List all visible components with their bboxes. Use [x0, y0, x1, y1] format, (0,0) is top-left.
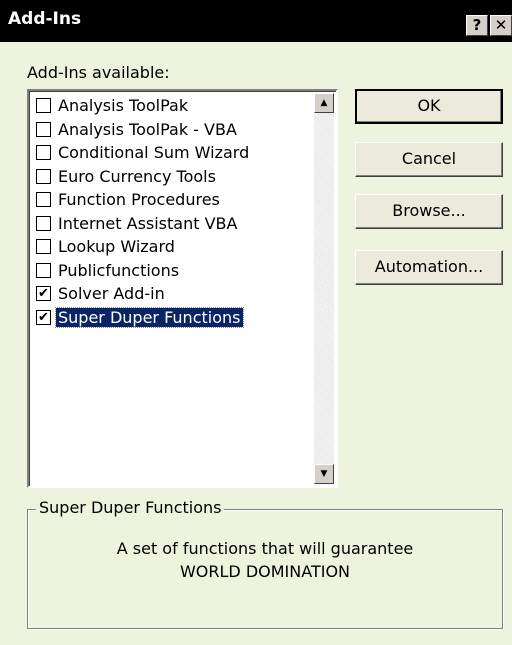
- checkbox[interactable]: [36, 121, 51, 137]
- list-item[interactable]: Analysis ToolPak - VBA: [32, 118, 316, 142]
- description-text-area: A set of functions that will guarantee W…: [28, 537, 502, 583]
- scroll-down-button[interactable]: ▼: [314, 464, 334, 484]
- description-text: A set of functions that will guarantee W…: [116, 539, 414, 581]
- add-ins-list: Analysis ToolPak Analysis ToolPak - VBA Co…: [32, 94, 316, 329]
- browse-button[interactable]: Browse...: [355, 194, 503, 229]
- automation-button[interactable]: Automation...: [355, 250, 503, 285]
- list-item-label: Analysis ToolPak: [58, 96, 189, 116]
- close-button[interactable]: ✕: [490, 15, 512, 36]
- list-item-label: Function Procedures: [58, 190, 220, 210]
- checkbox[interactable]: [36, 98, 51, 114]
- checkbox[interactable]: ✔: [36, 309, 51, 325]
- list-item-label: Super Duper Functions: [54, 306, 245, 328]
- window-title: Add-Ins: [8, 9, 82, 29]
- list-item[interactable]: Conditional Sum Wizard: [32, 141, 316, 165]
- scroll-up-button[interactable]: ▲: [314, 93, 334, 113]
- checkbox[interactable]: [36, 145, 51, 161]
- checkbox[interactable]: [36, 168, 51, 184]
- checkbox[interactable]: [36, 215, 51, 231]
- list-item-label: Conditional Sum Wizard: [58, 143, 250, 163]
- title-bar[interactable]: Add-Ins ? ✕: [0, 0, 512, 42]
- list-item[interactable]: Euro Currency Tools: [32, 165, 316, 189]
- ok-button[interactable]: OK: [355, 89, 503, 124]
- list-item[interactable]: ✔ Solver Add-in: [32, 282, 316, 306]
- list-item[interactable]: Publicfunctions: [32, 259, 316, 283]
- add-ins-available-label: Add-Ins available:: [27, 63, 170, 82]
- list-item[interactable]: Function Procedures: [32, 188, 316, 212]
- checkbox[interactable]: [36, 239, 51, 255]
- description-groupbox: Super Duper Functions A set of functions…: [27, 498, 503, 629]
- list-item[interactable]: ✔ Super Duper Functions: [32, 306, 316, 330]
- add-ins-listbox[interactable]: Analysis ToolPak Analysis ToolPak - VBA Co…: [27, 89, 338, 488]
- help-icon: ?: [472, 16, 482, 34]
- description-title: Super Duper Functions: [36, 498, 225, 517]
- list-item[interactable]: Lookup Wizard: [32, 235, 316, 259]
- add-ins-dialog: Add-Ins ? ✕ Add-Ins available: Analysis …: [0, 0, 512, 645]
- checkbox[interactable]: [36, 262, 51, 278]
- list-item-label: Lookup Wizard: [58, 237, 175, 257]
- list-item-label: Solver Add-in: [58, 284, 165, 304]
- help-button[interactable]: ?: [466, 15, 488, 36]
- list-item[interactable]: Internet Assistant VBA: [32, 212, 316, 236]
- list-item-label: Euro Currency Tools: [58, 166, 216, 186]
- vertical-scrollbar[interactable]: ▲ ▼: [314, 93, 334, 484]
- arrow-down-icon: ▼: [320, 469, 328, 479]
- checkbox[interactable]: ✔: [36, 286, 51, 302]
- list-item-label: Publicfunctions: [58, 260, 180, 280]
- list-item[interactable]: Analysis ToolPak: [32, 94, 316, 118]
- list-item-label: Internet Assistant VBA: [58, 213, 238, 233]
- cancel-button[interactable]: Cancel: [355, 142, 503, 177]
- list-item-label: Analysis ToolPak - VBA: [58, 119, 237, 139]
- checkbox[interactable]: [36, 192, 51, 208]
- arrow-up-icon: ▲: [320, 98, 328, 108]
- close-icon: ✕: [494, 16, 508, 34]
